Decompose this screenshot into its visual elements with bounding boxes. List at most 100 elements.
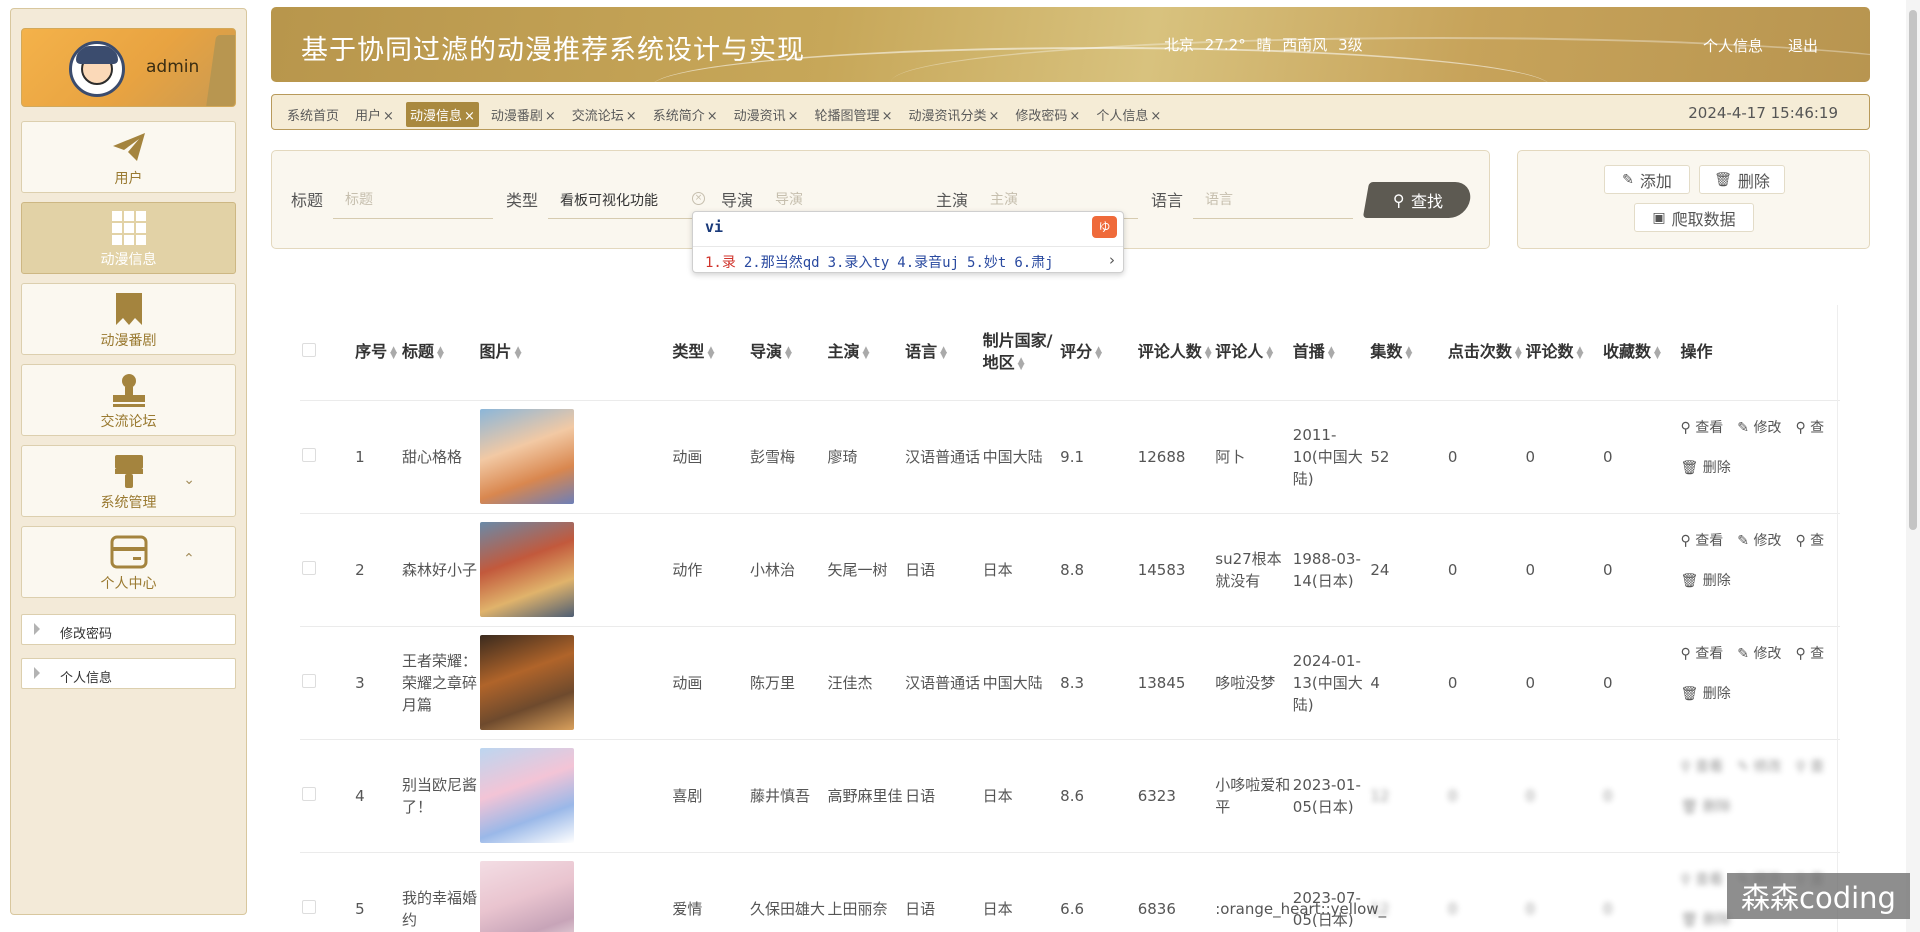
edit-button[interactable]: ✎ 修改 — [1737, 417, 1781, 439]
crawl-data-button[interactable]: ▣ 爬取数据 — [1634, 203, 1754, 232]
close-icon[interactable]: × — [1150, 109, 1161, 124]
row-checkbox[interactable] — [302, 447, 316, 462]
view-button[interactable]: ⚲ 查看 — [1681, 869, 1724, 891]
tab-10[interactable]: 个人信息 × — [1092, 102, 1165, 127]
column-header[interactable]: 序号 ▲ ▼ — [353, 305, 400, 401]
sort-icon[interactable]: ▲ ▼ — [515, 345, 522, 360]
sort-icon[interactable]: ▲ ▼ — [1266, 345, 1273, 360]
sort-icon[interactable]: ▲ ▼ — [390, 345, 397, 360]
close-icon[interactable]: × — [464, 109, 475, 124]
row-checkbox[interactable] — [302, 560, 316, 575]
ime-candidate[interactable]: 5.妙t — [967, 255, 1006, 271]
column-header[interactable]: 首播 ▲ ▼ — [1290, 305, 1369, 401]
ime-candidate[interactable]: 6.肃j — [1014, 255, 1053, 271]
sort-icon[interactable]: ▲ ▼ — [1018, 356, 1025, 371]
sort-icon[interactable]: ▲ ▼ — [940, 345, 947, 360]
tab-1[interactable]: 用户 × — [351, 102, 398, 127]
column-header[interactable]: 集数 ▲ ▼ — [1368, 305, 1446, 401]
add-button[interactable]: ✎ 添加 — [1604, 165, 1690, 194]
sidebar-item-system[interactable]: 系统管理 ⌄ — [21, 445, 236, 517]
edit-button[interactable]: ✎ 修改 — [1737, 643, 1781, 665]
ime-candidate[interactable]: 4.录音uj — [897, 255, 959, 271]
close-icon[interactable]: × — [545, 109, 556, 124]
sidebar-item-personal-center[interactable]: 个人中心 ⌄ — [21, 526, 236, 598]
tab-4[interactable]: 交流论坛 × — [568, 102, 641, 127]
column-header[interactable]: 评论数 ▲ ▼ — [1523, 305, 1601, 401]
poster-image[interactable] — [479, 635, 574, 730]
page-scrollbar[interactable] — [1906, 0, 1920, 932]
more-button[interactable]: ⚲ 查 — [1795, 643, 1824, 665]
tab-8[interactable]: 动漫资讯分类 × — [904, 102, 1003, 127]
ime-candidate[interactable]: 3.录入ty — [828, 255, 890, 271]
sort-icon[interactable]: ▲ ▼ — [1328, 345, 1335, 360]
delete-row-button[interactable]: 🗑 删除 — [1681, 457, 1731, 479]
column-header[interactable]: 类型 ▲ ▼ — [670, 305, 748, 401]
column-header[interactable]: 点击次数 ▲ ▼ — [1445, 305, 1524, 401]
column-header[interactable]: 语言 ▲ ▼ — [903, 305, 981, 401]
tab-5[interactable]: 系统简介 × — [649, 102, 722, 127]
table-row[interactable]: 5 我的幸福婚约 爱情 久保田雄大 上田丽奈 日语 日本 6.6 6836:orange_hea… — [300, 852, 1840, 932]
poster-image[interactable] — [479, 409, 574, 504]
sidebar-subitem-change-password[interactable]: 修改密码 — [21, 614, 236, 645]
table-row[interactable]: 2 森林好小子 动作 小林治 矢尾一树 日语 日本 8.8 14583 su27根本就没有 1988… — [300, 513, 1840, 627]
more-button[interactable]: ⚲ 查 — [1795, 530, 1824, 552]
avatar[interactable] — [69, 41, 125, 97]
sidebar-subitem-profile[interactable]: 个人信息 — [21, 658, 236, 689]
sidebar-item-anime-info[interactable]: 动漫信息 — [21, 202, 236, 274]
sort-icon[interactable]: ▲ ▼ — [1515, 345, 1522, 360]
view-button[interactable]: ⚲ 查看 — [1681, 756, 1724, 778]
close-icon[interactable]: × — [383, 109, 394, 124]
sort-icon[interactable]: ▲ ▼ — [1654, 345, 1661, 360]
ime-candidate[interactable]: 1.录 — [705, 255, 736, 271]
tab-3[interactable]: 动漫番剧 × — [487, 102, 560, 127]
language-input[interactable] — [1193, 181, 1353, 219]
close-icon[interactable]: × — [988, 109, 999, 124]
type-input[interactable] — [548, 181, 708, 219]
column-header[interactable]: 导演 ▲ ▼ — [747, 305, 826, 401]
logout-link[interactable]: 退出 — [1788, 35, 1818, 56]
delete-row-button[interactable]: 🗑 删除 — [1681, 909, 1731, 931]
poster-image[interactable] — [479, 522, 574, 617]
close-icon[interactable]: × — [882, 109, 893, 124]
clear-icon[interactable]: × — [692, 192, 705, 205]
edit-button[interactable]: ✎ 修改 — [1737, 530, 1781, 552]
delete-row-button[interactable]: 🗑 删除 — [1681, 796, 1731, 818]
ime-candidate[interactable]: 2.那当然qd — [744, 255, 820, 271]
sort-icon[interactable]: ▲ ▼ — [785, 345, 792, 360]
tab-6[interactable]: 动漫资讯 × — [730, 102, 803, 127]
sidebar-item-forum[interactable]: 交流论坛 — [21, 364, 236, 436]
sidebar-item-anime-series[interactable]: 动漫番剧 — [21, 283, 236, 355]
table-row[interactable]: 4 别当欧尼酱了！ 喜剧 藤井慎吾 高野麻里佳 日语 日本 8.6 6323 小哆啦爱和平 2023… — [300, 739, 1840, 853]
ime-next-page-icon[interactable]: › — [1109, 251, 1115, 269]
profile-link[interactable]: 个人信息 — [1703, 35, 1763, 56]
select-all-checkbox[interactable] — [302, 343, 316, 358]
column-header[interactable]: 主演 ▲ ▼ — [825, 305, 904, 401]
poster-image[interactable] — [479, 861, 574, 932]
column-header[interactable]: 标题 ▲ ▼ — [400, 305, 478, 401]
sort-icon[interactable]: ▲ ▼ — [1205, 345, 1212, 360]
table-row[interactable]: 1 甜心格格 动画 彭雪梅 廖琦 汉语普通话 中国大陆 9.1 12688 阿卜 2011-10(中… — [300, 400, 1840, 514]
column-header[interactable]: 收藏数 ▲ ▼ — [1600, 305, 1679, 401]
column-header[interactable]: 评论人 ▲ ▼ — [1213, 305, 1291, 401]
delete-row-button[interactable]: 🗑 删除 — [1681, 683, 1731, 705]
more-button[interactable]: ⚲ 查 — [1795, 417, 1824, 439]
close-icon[interactable]: × — [707, 109, 718, 124]
sort-icon[interactable]: ▲ ▼ — [1095, 345, 1102, 360]
sort-icon[interactable]: ▲ ▼ — [1405, 345, 1412, 360]
sort-icon[interactable]: ▲ ▼ — [707, 345, 714, 360]
tab-7[interactable]: 轮播图管理 × — [811, 102, 897, 127]
sort-icon[interactable]: ▲ ▼ — [1576, 345, 1583, 360]
column-header[interactable]: 评分 ▲ ▼ — [1058, 305, 1136, 401]
tab-0[interactable]: 系统首页 — [283, 102, 343, 127]
title-input[interactable] — [333, 181, 493, 219]
sort-icon[interactable]: ▲ ▼ — [863, 345, 870, 360]
more-button[interactable]: ⚲ 查 — [1795, 756, 1824, 778]
view-button[interactable]: ⚲ 查看 — [1681, 643, 1724, 665]
close-icon[interactable]: × — [626, 109, 637, 124]
sidebar-item-users[interactable]: 用户 — [21, 121, 236, 193]
scrollbar-thumb[interactable] — [1909, 10, 1917, 530]
column-header[interactable]: 制片国家/地区 ▲ ▼ — [980, 305, 1059, 401]
delete-row-button[interactable]: 🗑 删除 — [1681, 570, 1731, 592]
search-button[interactable]: ⚲ 查找 — [1362, 182, 1474, 218]
row-checkbox[interactable] — [302, 786, 316, 801]
